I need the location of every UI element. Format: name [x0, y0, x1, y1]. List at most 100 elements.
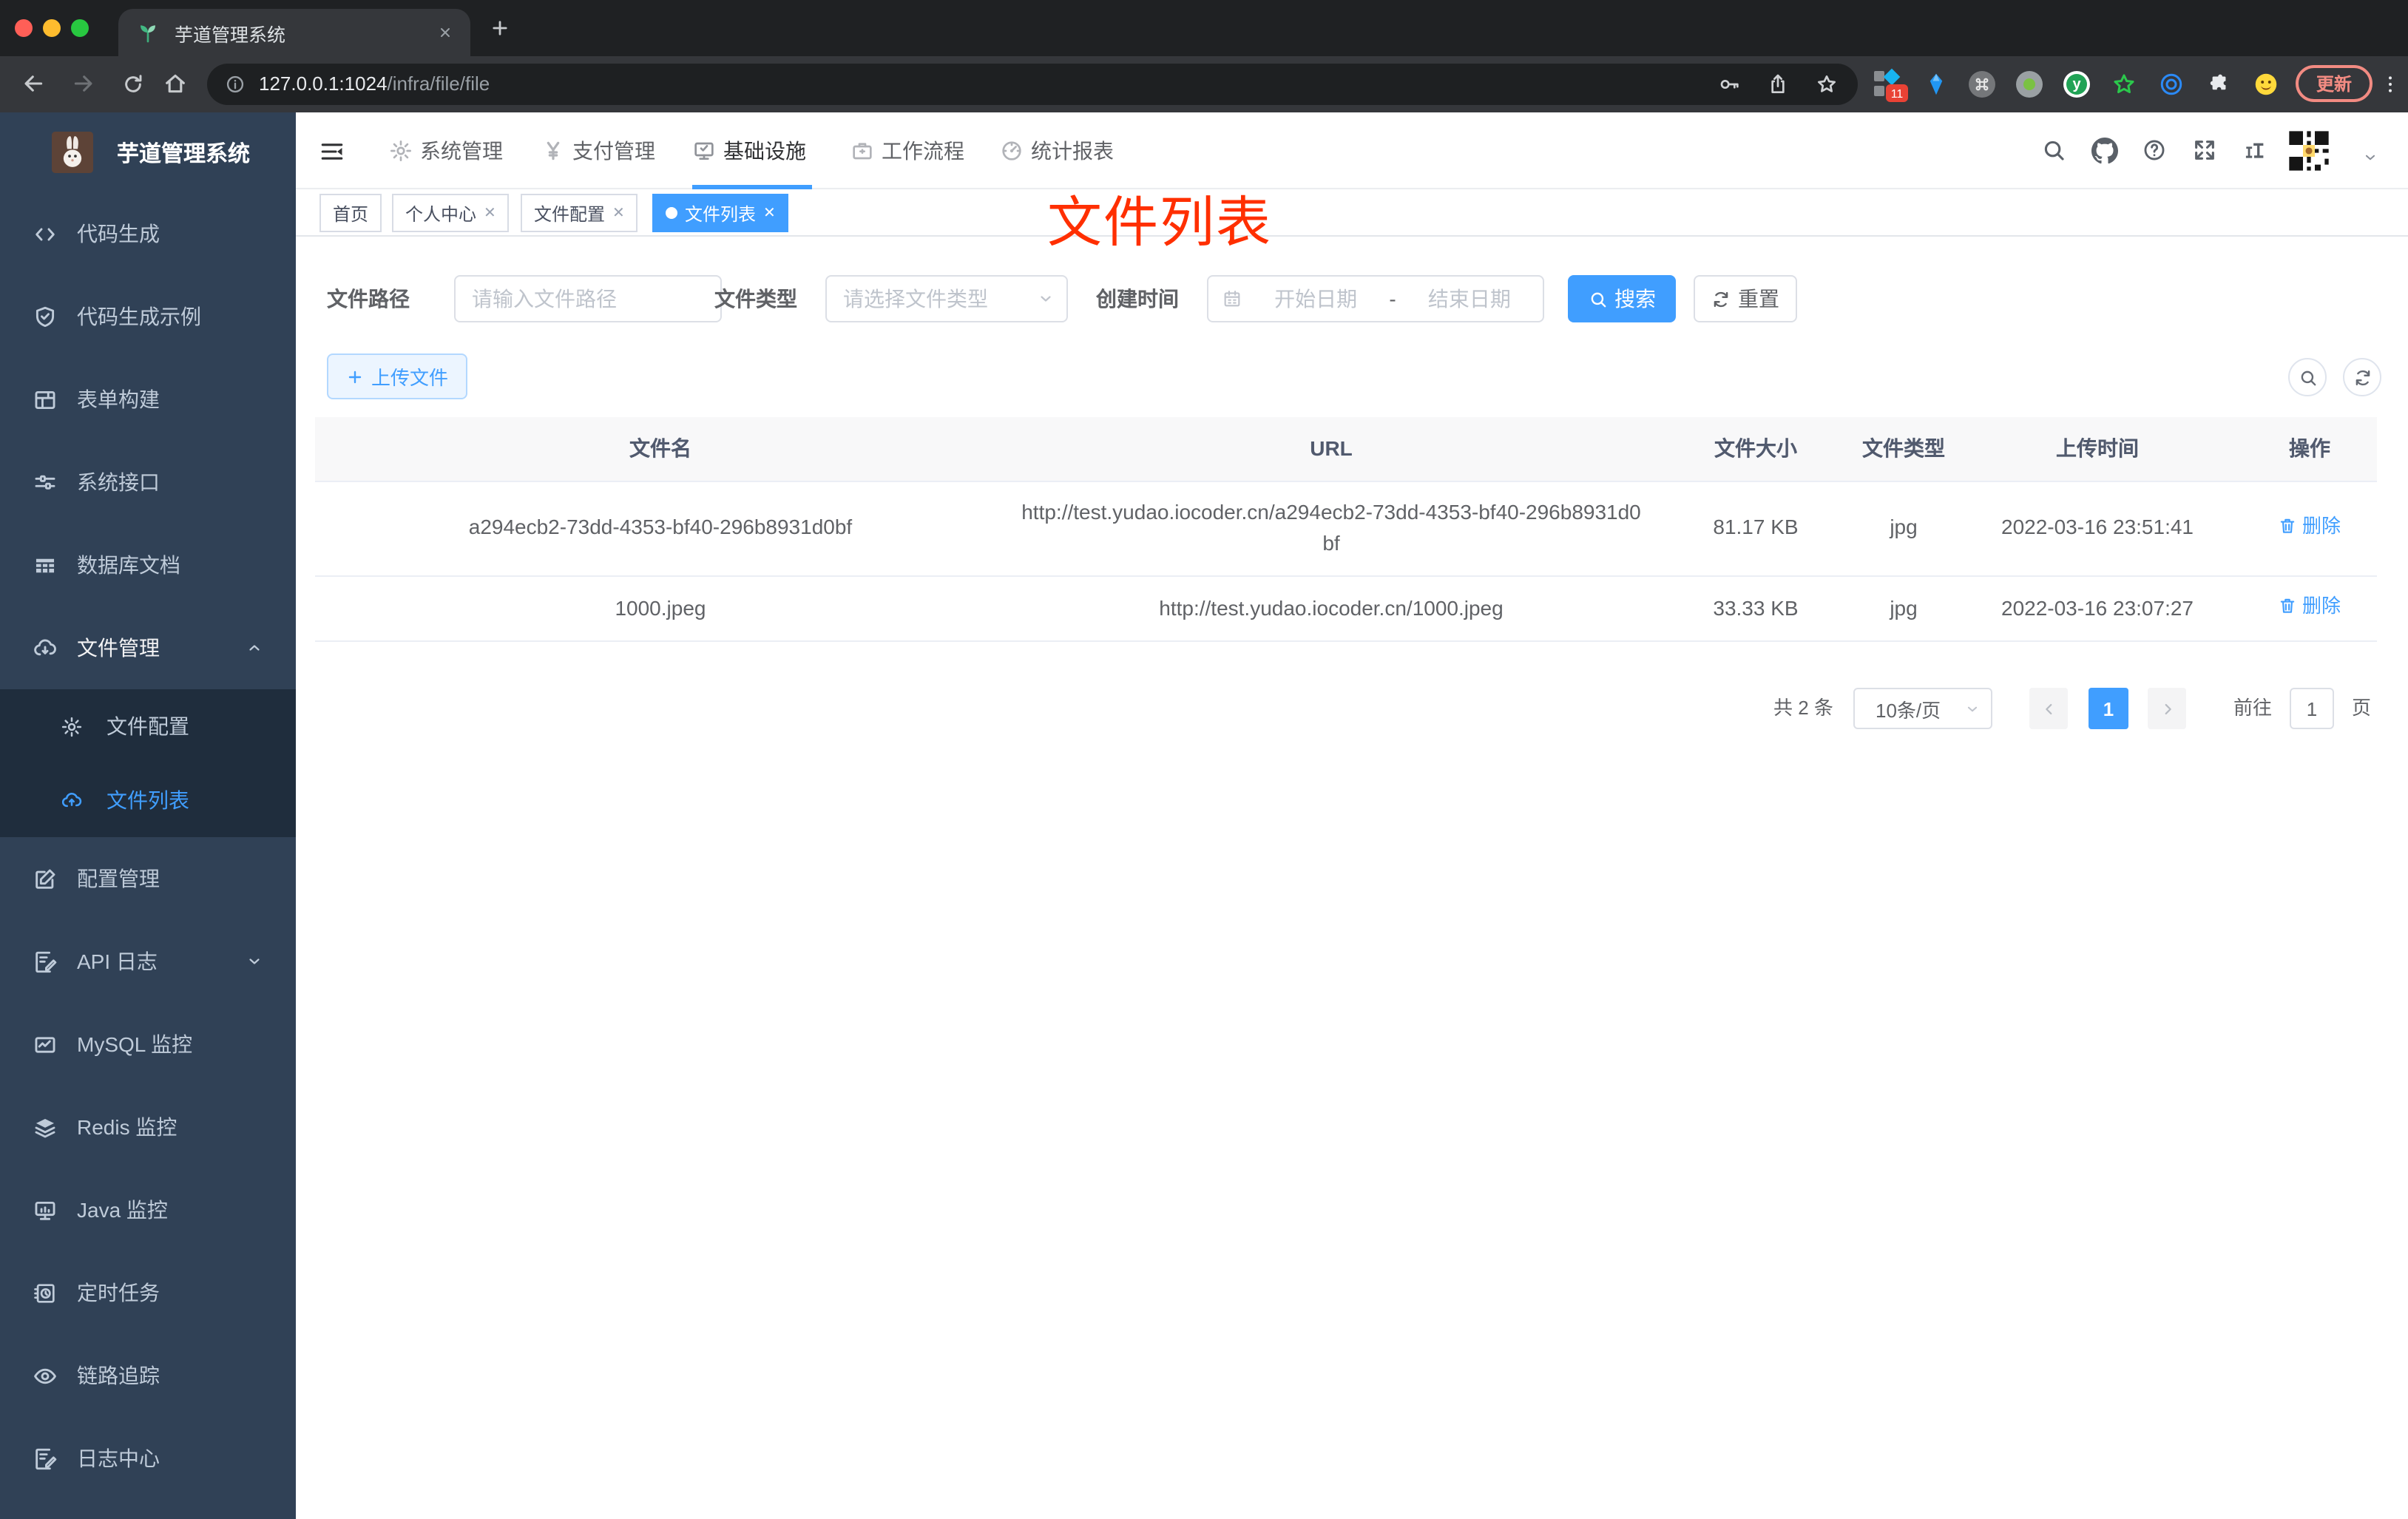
- goto-page-value: 1: [2306, 697, 2318, 720]
- sidebar-item-redis-monitor[interactable]: Redis 监控: [0, 1086, 296, 1168]
- date-start-placeholder[interactable]: 开始日期: [1242, 284, 1389, 314]
- extension-balloon-icon[interactable]: [1923, 71, 1949, 98]
- fullscreen-icon[interactable]: [2192, 138, 2217, 163]
- window-zoom-button[interactable]: [71, 19, 89, 37]
- cell-file-size: 33.33 KB: [1657, 575, 1855, 643]
- topnav-label: 统计报表: [1031, 139, 1114, 163]
- extension-y-icon[interactable]: y: [2063, 71, 2090, 98]
- chrome-update-button[interactable]: 更新: [2296, 65, 2373, 102]
- refresh-table-button[interactable]: [2343, 358, 2381, 396]
- sidebar-item-db-doc[interactable]: 数据库文档: [0, 524, 296, 606]
- sidebar-item-log-center[interactable]: 日志中心: [0, 1417, 296, 1500]
- file-type-label: 文件类型: [714, 287, 797, 311]
- new-tab-icon[interactable]: [490, 18, 510, 38]
- back-icon[interactable]: [21, 71, 46, 96]
- tag-file-list[interactable]: 文件列表 ✕: [652, 194, 789, 232]
- table-grid-icon: [33, 552, 58, 578]
- font-size-icon[interactable]: [2241, 138, 2267, 164]
- file-type-placeholder: 请选择文件类型: [843, 287, 988, 311]
- sidebar-item-java-monitor[interactable]: Java 监控: [0, 1168, 296, 1251]
- layers-icon: [33, 1114, 58, 1140]
- extension-tabs-icon[interactable]: 11: [1873, 68, 1908, 102]
- sidebar-item-file-list[interactable]: 文件列表: [0, 763, 296, 837]
- app-logo-row[interactable]: 芋道管理系统: [0, 112, 296, 192]
- sidebar-item-scheduled-tasks[interactable]: 定时任务: [0, 1251, 296, 1334]
- sidebar-item-mysql-monitor[interactable]: MySQL 监控: [0, 1003, 296, 1086]
- file-path-input[interactable]: 请输入文件路径: [454, 275, 722, 322]
- next-page-button[interactable]: [2148, 688, 2186, 729]
- sidebar-item-file-management[interactable]: 文件管理: [0, 606, 296, 689]
- window-close-button[interactable]: [15, 19, 33, 37]
- avatar-caret-down-icon[interactable]: [2362, 149, 2378, 166]
- tag-profile[interactable]: 个人中心 ✕: [392, 194, 510, 232]
- toggle-search-button[interactable]: [2288, 358, 2327, 396]
- tag-close-icon[interactable]: ✕: [763, 205, 776, 221]
- tab-close-icon[interactable]: [438, 25, 453, 40]
- topnav-workflow[interactable]: 工作流程: [850, 112, 964, 189]
- cell-url: http://test.yudao.iocoder.cn/a294ecb2-73…: [1006, 481, 1657, 577]
- file-table: 文件名 URL 文件大小 文件类型 上传时间 操作 a294ecb2-73dd-…: [315, 417, 2377, 643]
- date-end-placeholder[interactable]: 结束日期: [1396, 284, 1543, 314]
- topnav-system[interactable]: 系统管理: [389, 112, 503, 189]
- header-search-icon[interactable]: [2041, 138, 2066, 163]
- browser-tab[interactable]: 芋道管理系统: [118, 9, 470, 56]
- sidebar-item-file-config[interactable]: 文件配置: [0, 689, 296, 763]
- help-icon[interactable]: [2142, 138, 2167, 163]
- tag-label: 首页: [333, 203, 369, 224]
- file-type-select[interactable]: 请选择文件类型: [825, 275, 1068, 322]
- sidebar-item-code-gen-demo[interactable]: 代码生成示例: [0, 275, 296, 358]
- goto-label: 前往: [2233, 697, 2273, 719]
- extension-grey-dot-icon[interactable]: [2016, 71, 2043, 98]
- reset-button[interactable]: 重置: [1694, 275, 1797, 322]
- shield-check-icon: [33, 304, 58, 329]
- topnav-infrastructure[interactable]: 基础设施: [692, 112, 806, 189]
- extension-emoji-icon[interactable]: [2253, 71, 2279, 98]
- window-minimize-button[interactable]: [43, 19, 61, 37]
- upload-file-button[interactable]: 上传文件: [327, 353, 467, 399]
- date-range-picker[interactable]: 开始日期 - 结束日期: [1207, 275, 1544, 322]
- chevron-up-icon: [246, 639, 263, 657]
- chevron-left-icon: [2040, 700, 2057, 717]
- sidebar-item-config-management[interactable]: 配置管理: [0, 837, 296, 920]
- reload-icon[interactable]: [121, 72, 145, 96]
- sidebar-fold-icon[interactable]: [319, 139, 345, 164]
- tag-file-config[interactable]: 文件配置 ✕: [521, 194, 638, 232]
- goto-page-input[interactable]: 1: [2290, 688, 2334, 729]
- site-info-icon[interactable]: [225, 74, 246, 95]
- tag-close-icon[interactable]: ✕: [612, 205, 625, 221]
- col-upload-time: 上传时间: [1952, 417, 2242, 481]
- share-icon[interactable]: [1766, 72, 1790, 96]
- password-key-icon[interactable]: [1717, 72, 1741, 96]
- bookmark-star-icon[interactable]: [1815, 72, 1839, 96]
- sidebar-item-code-gen[interactable]: 代码生成: [0, 192, 296, 275]
- prev-page-button[interactable]: [2029, 688, 2068, 729]
- extension-target-icon[interactable]: [2158, 71, 2185, 98]
- delete-button[interactable]: 删除: [2279, 592, 2341, 621]
- forward-icon[interactable]: [71, 71, 96, 96]
- address-bar[interactable]: 127.0.0.1:1024/infra/file/file: [207, 64, 1858, 105]
- sidebar-item-trace[interactable]: 链路追踪: [0, 1334, 296, 1417]
- extensions-puzzle-icon[interactable]: [2205, 71, 2232, 98]
- extension-cmd-icon[interactable]: [1969, 71, 1995, 98]
- current-page-button[interactable]: 1: [2089, 688, 2128, 729]
- extension-star-icon[interactable]: [2111, 71, 2137, 98]
- search-button[interactable]: 搜索: [1568, 275, 1676, 322]
- sidebar-item-system-api[interactable]: 系统接口: [0, 441, 296, 524]
- tag-home[interactable]: 首页: [319, 194, 382, 232]
- extension-badge: 11: [1886, 84, 1908, 102]
- cloud-upload-icon: [61, 789, 83, 811]
- sidebar-item-api-log[interactable]: API 日志: [0, 920, 296, 1003]
- user-avatar-qr[interactable]: [2285, 127, 2333, 175]
- sidebar-item-label: 链路追踪: [77, 1364, 160, 1387]
- tag-close-icon[interactable]: ✕: [484, 205, 496, 221]
- topnav-payment[interactable]: 支付管理: [541, 112, 655, 189]
- sidebar-item-label: 数据库文档: [77, 553, 180, 577]
- browser-menu-dots-icon[interactable]: [2378, 72, 2402, 96]
- cell-file-name: 1000.jpeg: [315, 575, 1006, 643]
- github-icon[interactable]: [2091, 138, 2118, 164]
- sidebar-item-form-builder[interactable]: 表单构建: [0, 358, 296, 441]
- delete-button[interactable]: 删除: [2279, 511, 2341, 541]
- home-icon[interactable]: [163, 71, 188, 96]
- trash-icon: [2279, 516, 2298, 535]
- page-size-select[interactable]: 10条/页: [1853, 688, 1992, 729]
